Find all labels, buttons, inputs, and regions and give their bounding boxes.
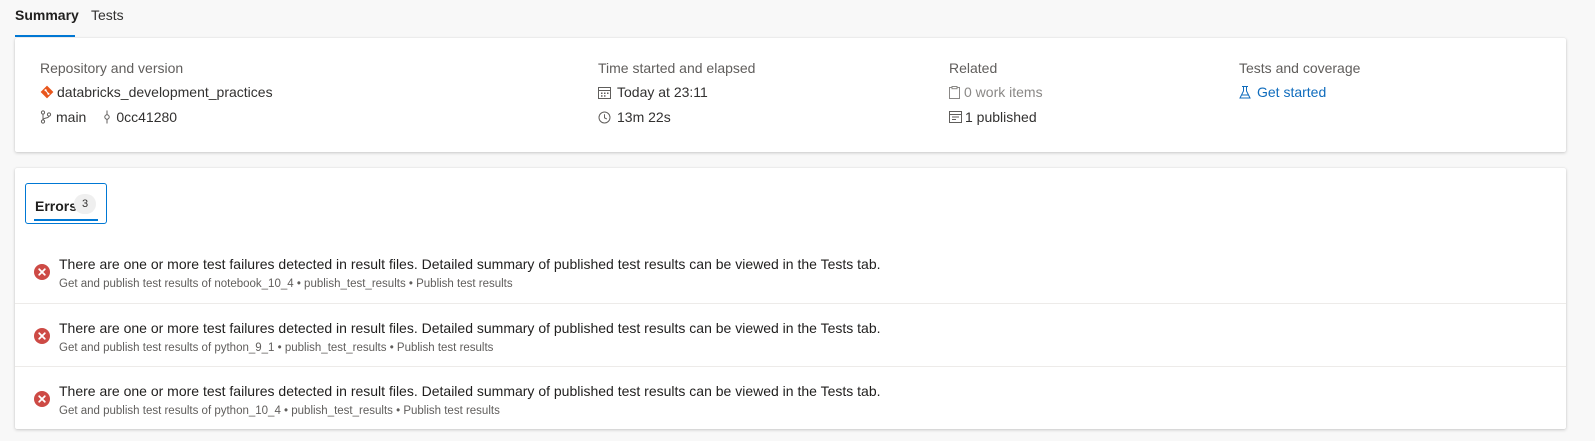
commit-hash[interactable]: 0cc41280 <box>116 109 177 125</box>
run-summary-card: Repository and version databricks_develo… <box>15 38 1566 152</box>
start-time: Today at 23:11 <box>617 84 708 100</box>
errors-tab[interactable]: Errors 3 <box>25 183 107 224</box>
get-started-label[interactable]: Get started <box>1257 84 1326 100</box>
error-source[interactable]: Get and publish test results of notebook… <box>59 278 513 290</box>
commit-icon <box>104 110 111 124</box>
error-item[interactable]: There are one or more test failures dete… <box>15 240 1566 303</box>
calendar-icon <box>598 86 611 99</box>
started-row: Today at 23:11 <box>598 84 708 100</box>
published-artifacts[interactable]: 1 published <box>965 109 1037 125</box>
related-label: Related <box>949 60 998 76</box>
branch-icon <box>40 110 52 124</box>
elapsed-time: 13m 22s <box>617 109 671 125</box>
error-message: There are one or more test failures dete… <box>59 320 881 336</box>
errors-count-badge: 3 <box>74 194 96 214</box>
work-items-count: 0 work items <box>964 84 1043 100</box>
error-icon <box>34 391 50 407</box>
published-row[interactable]: 1 published <box>949 109 1037 125</box>
repository-label: Repository and version <box>40 60 184 76</box>
artifact-icon <box>949 111 962 123</box>
branch-name[interactable]: main <box>56 109 86 125</box>
tests-coverage-label: Tests and coverage <box>1239 60 1361 76</box>
elapsed-row: 13m 22s <box>598 109 671 125</box>
error-item[interactable]: There are one or more test failures dete… <box>15 366 1566 429</box>
error-source[interactable]: Get and publish test results of python_1… <box>59 405 500 417</box>
error-item[interactable]: There are one or more test failures dete… <box>15 303 1566 366</box>
git-repo-icon <box>40 85 54 99</box>
time-label: Time started and elapsed <box>598 60 756 76</box>
error-icon <box>34 264 50 280</box>
get-started-link[interactable]: Get started <box>1239 84 1326 100</box>
repository-row[interactable]: databricks_development_practices <box>40 84 273 100</box>
error-message: There are one or more test failures dete… <box>59 383 881 399</box>
errors-tab-label: Errors <box>35 198 78 214</box>
repository-name[interactable]: databricks_development_practices <box>57 84 273 100</box>
errors-card: Errors 3 There are one or more test fail… <box>15 168 1566 429</box>
work-items-row: 0 work items <box>949 84 1043 100</box>
error-message: There are one or more test failures dete… <box>59 256 881 272</box>
error-source[interactable]: Get and publish test results of python_9… <box>59 342 493 354</box>
clipboard-icon <box>949 85 960 99</box>
flask-icon <box>1239 85 1251 98</box>
tab-bar: Summary Tests <box>0 0 1595 37</box>
clock-icon <box>598 111 611 123</box>
version-row: main 0cc41280 <box>40 109 177 125</box>
tab-tests[interactable]: Tests <box>91 8 124 37</box>
tab-summary[interactable]: Summary <box>15 8 79 37</box>
error-icon <box>34 328 50 344</box>
errors-tab-underline <box>34 219 98 221</box>
